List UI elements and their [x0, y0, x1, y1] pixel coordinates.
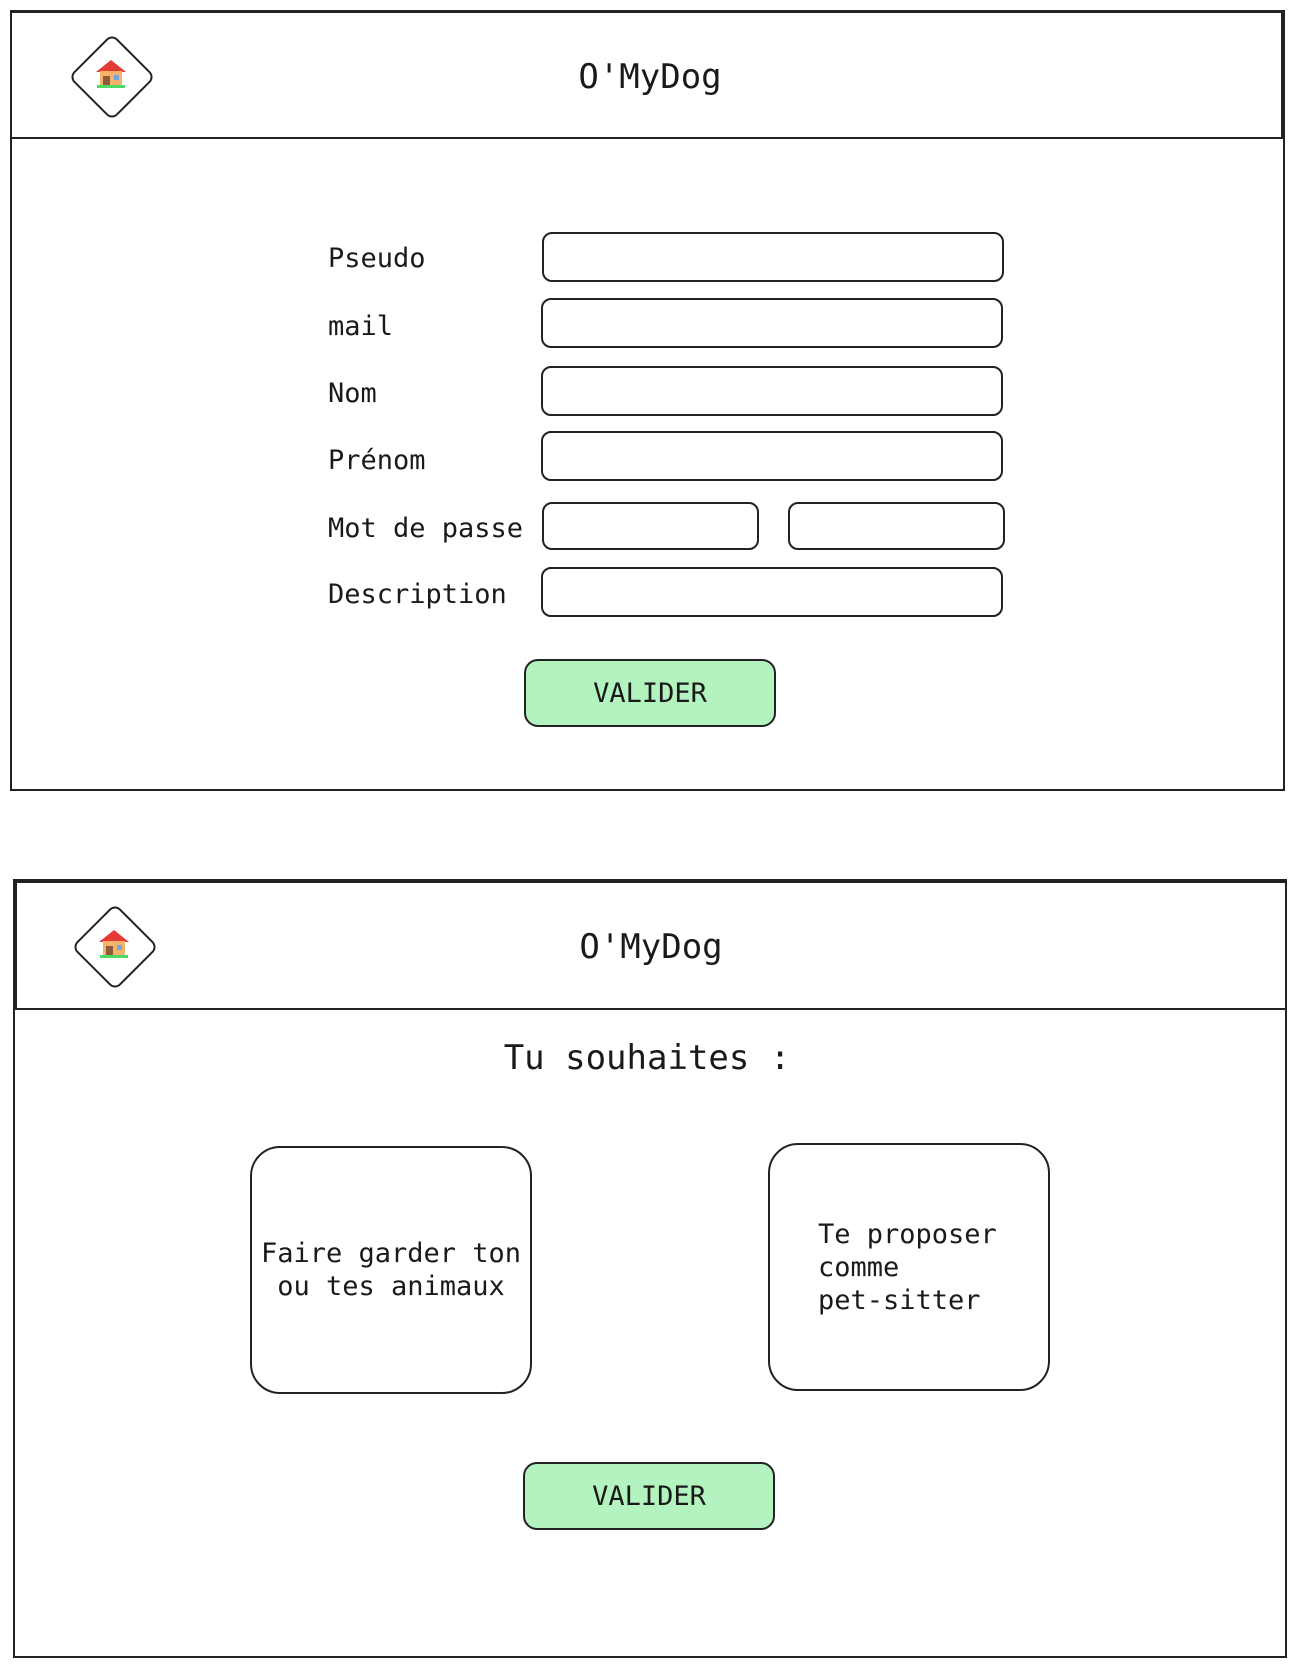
prenom-label: Prénom [328, 445, 426, 476]
prenom-input[interactable] [541, 431, 1003, 481]
choice-petsitter-card[interactable]: Te proposer comme pet-sitter [768, 1143, 1050, 1391]
choice-owner-label: Faire garder ton ou tes animaux [260, 1238, 522, 1302]
password-confirm-input[interactable] [788, 502, 1005, 550]
registration-header: O'MyDog [10, 11, 1283, 139]
choice-owner-card[interactable]: Faire garder ton ou tes animaux [250, 1146, 532, 1394]
house-icon [96, 60, 126, 88]
role-question: Tu souhaites : [503, 1038, 791, 1078]
nom-input[interactable] [541, 366, 1003, 416]
password-label: Mot de passe [328, 513, 524, 544]
role-choice-header: O'MyDog [15, 881, 1287, 1010]
validate-button[interactable]: VALIDER [523, 1462, 775, 1530]
choice-petsitter-label: Te proposer comme pet-sitter [818, 1218, 997, 1316]
mail-label: mail [328, 311, 394, 342]
description-input[interactable] [541, 567, 1003, 617]
description-label: Description [328, 579, 507, 610]
home-button[interactable] [63, 895, 167, 999]
pseudo-label: Pseudo [328, 243, 426, 274]
house-icon [99, 930, 129, 958]
app-title: O'MyDog [578, 57, 722, 97]
home-button[interactable] [60, 25, 164, 129]
pseudo-input[interactable] [542, 232, 1004, 282]
app-title: O'MyDog [579, 927, 723, 967]
password-input[interactable] [542, 502, 759, 550]
validate-button[interactable]: VALIDER [524, 659, 776, 727]
nom-label: Nom [328, 378, 377, 409]
mail-input[interactable] [541, 298, 1003, 348]
